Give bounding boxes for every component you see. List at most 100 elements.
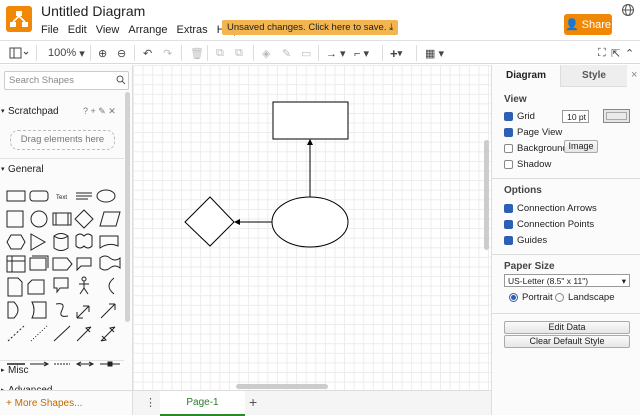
guides-label: Guides	[517, 235, 548, 246]
document-title[interactable]: Untitled Diagram	[41, 3, 145, 19]
line-color-icon[interactable]: ✎	[282, 45, 291, 61]
arrowhead-up-icon	[307, 139, 313, 145]
shadow-checkbox[interactable]	[504, 160, 513, 169]
fill-color-icon[interactable]: ◈	[262, 45, 270, 61]
page-tabs-bar: ⋮ Page-1 +	[133, 390, 491, 416]
chevron-down-icon: ▾	[621, 276, 626, 286]
connection-points-checkbox[interactable]	[504, 220, 513, 229]
scratchpad-tools-icon[interactable]: ? + ✎ ✕	[83, 106, 116, 117]
menu-bar: File Edit View Arrange Extras Help	[41, 24, 248, 36]
landscape-radio[interactable]	[555, 293, 564, 302]
tab-diagram[interactable]: Diagram	[492, 65, 560, 87]
redo-icon[interactable]: ↷	[163, 45, 172, 61]
misc-section-header[interactable]: ▸ Misc	[0, 365, 124, 383]
table-icon[interactable]: ▦ ▾	[425, 45, 444, 61]
to-back-icon[interactable]: ⧉	[235, 45, 243, 61]
canvas-horizontal-scrollbar[interactable]	[236, 384, 328, 389]
image-button[interactable]: Image	[564, 140, 598, 153]
zoom-value: 100%	[48, 47, 77, 59]
connection-points-label: Connection Points	[517, 219, 595, 230]
share-icon: 👤	[564, 19, 579, 31]
zoom-select[interactable]: 100% ▾	[48, 45, 85, 61]
ellipse-shape[interactable]	[271, 196, 349, 248]
format-panel: Diagram Style × View Grid 10 pt Page Vie…	[491, 65, 640, 415]
toolbar: 100% ▾ ⊕ ⊖ ↶ ↷ 🗑 ⧉ ⧉ ◈ ✎ ▭ → ▾ ⌐ ▾ + ▾ ▦…	[0, 40, 640, 64]
misc-title: Misc	[8, 365, 29, 376]
search-icon[interactable]	[116, 75, 126, 85]
diamond-shape[interactable]	[184, 196, 235, 247]
shadow-option[interactable]: Shadow	[504, 159, 551, 170]
paper-size-value: US-Letter (8.5" x 11")	[508, 276, 589, 286]
fullscreen-icon[interactable]: ⛶	[598, 45, 606, 61]
share-label: Share	[581, 18, 612, 31]
connection-arrows-option[interactable]: Connection Arrows	[504, 203, 597, 214]
menu-view[interactable]: View	[96, 24, 120, 36]
paper-size-select[interactable]: US-Letter (8.5" x 11") ▾	[504, 274, 630, 287]
format-panel-toggle-icon[interactable]	[9, 45, 29, 61]
zoom-in-icon[interactable]: ⊕	[98, 45, 107, 61]
text-shape-label: Text	[56, 195, 67, 201]
grid-size-input[interactable]: 10 pt	[562, 110, 589, 123]
globe-icon[interactable]	[621, 3, 635, 17]
grid-option[interactable]: Grid	[504, 111, 535, 122]
scratchpad-title: Scratchpad	[8, 106, 59, 117]
background-label: Background	[517, 143, 568, 154]
search-input[interactable]: Search Shapes	[4, 71, 129, 90]
page-view-option[interactable]: Page View	[504, 127, 562, 138]
guides-checkbox[interactable]	[504, 236, 513, 245]
menu-file[interactable]: File	[41, 24, 59, 36]
menu-extras[interactable]: Extras	[177, 24, 208, 36]
insert-icon[interactable]: + ▾	[390, 45, 402, 61]
grid-checkbox[interactable]	[504, 112, 513, 121]
page-view-label: Page View	[517, 127, 563, 138]
guides-option[interactable]: Guides	[504, 235, 547, 246]
drawio-logo-icon	[6, 6, 32, 32]
connection-style-icon[interactable]: → ▾	[326, 45, 346, 61]
pages-menu-icon[interactable]: ⋮	[145, 396, 156, 409]
general-shapes-grid[interactable]: Text	[4, 186, 124, 371]
options-section-title: Options	[504, 185, 542, 196]
scratchpad-drop-area[interactable]: Drag elements here	[10, 130, 115, 150]
grid-label: Grid	[517, 111, 535, 122]
portrait-option[interactable]: Portrait	[509, 292, 553, 303]
menu-arrange[interactable]: Arrange	[128, 24, 167, 36]
shadow-icon[interactable]: ▭	[301, 45, 311, 61]
page-tab-1[interactable]: Page-1	[160, 391, 245, 416]
general-section-header[interactable]: ▾ General	[0, 164, 124, 182]
grid-color-button[interactable]	[603, 109, 630, 123]
more-shapes-button[interactable]: + More Shapes...	[0, 390, 132, 415]
rectangle-shape[interactable]	[272, 101, 349, 140]
diagram-svg	[184, 101, 349, 248]
edit-data-button[interactable]: Edit Data	[504, 321, 630, 334]
zoom-out-icon[interactable]: ⊖	[117, 45, 126, 61]
shapes-scrollbar[interactable]	[125, 92, 130, 322]
waypoints-icon[interactable]: ⌐ ▾	[354, 45, 369, 61]
arrowhead-left-icon	[234, 219, 240, 225]
connection-arrows-checkbox[interactable]	[504, 204, 513, 213]
landscape-option[interactable]: Landscape	[555, 292, 614, 303]
background-checkbox[interactable]	[504, 144, 513, 153]
collapse-icon[interactable]: ⇱	[611, 45, 620, 61]
portrait-label: Portrait	[522, 292, 553, 303]
delete-icon[interactable]: 🗑	[190, 45, 204, 61]
share-button[interactable]: 👤 Share	[564, 14, 612, 35]
undo-icon[interactable]: ↶	[143, 45, 152, 61]
diagram-canvas[interactable]	[133, 65, 491, 390]
unsaved-changes-button[interactable]: Unsaved changes. Click here to save. ⤓	[222, 20, 399, 35]
title-bar: Untitled Diagram File Edit View Arrange …	[0, 0, 640, 40]
portrait-radio[interactable]	[509, 293, 518, 302]
connection-arrows-label: Connection Arrows	[517, 203, 597, 214]
view-section-title: View	[504, 94, 527, 105]
general-title: General	[8, 164, 44, 175]
page-view-checkbox[interactable]	[504, 128, 513, 137]
add-page-icon[interactable]: +	[249, 394, 257, 410]
tab-style[interactable]: Style	[560, 65, 627, 87]
canvas-vertical-scrollbar[interactable]	[484, 140, 489, 250]
clear-default-style-button[interactable]: Clear Default Style	[504, 335, 630, 348]
menu-edit[interactable]: Edit	[68, 24, 87, 36]
close-panel-icon[interactable]: ×	[631, 69, 637, 81]
connection-points-option[interactable]: Connection Points	[504, 219, 594, 230]
to-front-icon[interactable]: ⧉	[216, 45, 224, 61]
hide-toolbar-icon[interactable]: ⌃	[625, 45, 634, 61]
background-option[interactable]: Background	[504, 143, 568, 154]
